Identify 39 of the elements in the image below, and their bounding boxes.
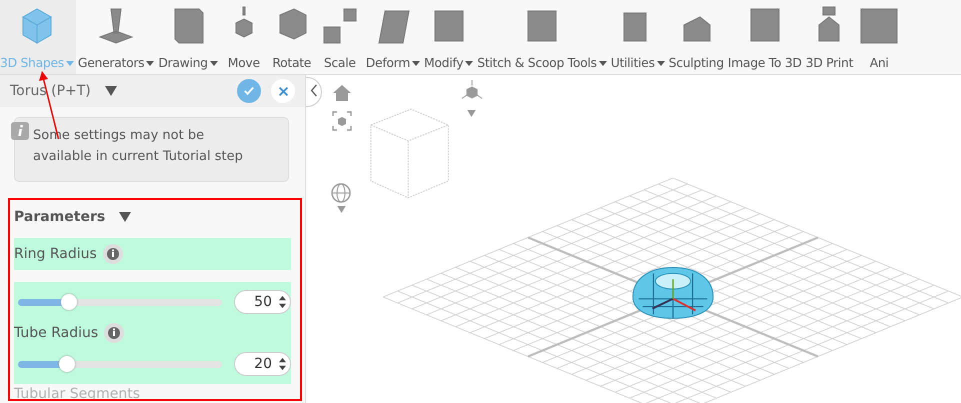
home-icon[interactable] bbox=[332, 83, 352, 103]
slider-thumb[interactable] bbox=[61, 294, 77, 310]
chevron-left-icon bbox=[310, 84, 318, 97]
dropdown-icon[interactable] bbox=[337, 206, 346, 213]
dropdown-icon[interactable] bbox=[467, 110, 476, 117]
toolbar-button[interactable]: Sculpting bbox=[666, 0, 726, 74]
slider-thumb[interactable] bbox=[58, 356, 75, 372]
check-icon bbox=[242, 84, 256, 98]
toolbar-button[interactable]: Utilities bbox=[608, 0, 667, 74]
globe-icon[interactable] bbox=[330, 182, 352, 204]
toolbar-button[interactable]: Deform bbox=[364, 0, 422, 74]
param-label: Ring Radius bbox=[14, 246, 97, 262]
param-label: Tube Radius bbox=[14, 325, 98, 341]
toolbar-button[interactable]: Generators bbox=[76, 0, 156, 74]
number-field[interactable]: 50 bbox=[234, 290, 291, 314]
toolbar-button[interactable]: Drawing bbox=[156, 0, 220, 74]
info-icon[interactable] bbox=[102, 244, 123, 264]
param-label: Tubular Segments bbox=[14, 386, 142, 402]
confirm-button[interactable] bbox=[237, 79, 261, 103]
close-icon bbox=[276, 84, 290, 98]
dropdown-icon[interactable] bbox=[104, 86, 117, 96]
panel-title: Torus (P+T) bbox=[10, 83, 91, 99]
collapse-icon[interactable] bbox=[119, 212, 132, 222]
toolbar-button[interactable]: Rotate bbox=[268, 0, 316, 74]
close-button[interactable] bbox=[271, 79, 295, 103]
toolbar-button[interactable]: Move bbox=[220, 0, 268, 74]
toolbar-button[interactable]: Image To 3D bbox=[726, 0, 804, 74]
section-title: Parameters bbox=[14, 209, 106, 225]
toolbar-button[interactable]: 3D Print bbox=[804, 0, 856, 74]
info-icon[interactable] bbox=[104, 323, 124, 343]
spinner-icon[interactable] bbox=[278, 357, 287, 371]
toolbar-button[interactable]: Modify bbox=[422, 0, 476, 74]
fit-view-icon[interactable] bbox=[332, 111, 352, 131]
spinner-icon[interactable] bbox=[278, 295, 287, 309]
toolbar-button[interactable]: Ani bbox=[855, 0, 904, 74]
toolbar-button[interactable]: Stitch & Scoop Tools bbox=[475, 0, 609, 74]
info-icon bbox=[11, 122, 29, 140]
toolbar-button[interactable]: Scale bbox=[316, 0, 364, 74]
number-field[interactable]: 20 bbox=[234, 352, 291, 376]
